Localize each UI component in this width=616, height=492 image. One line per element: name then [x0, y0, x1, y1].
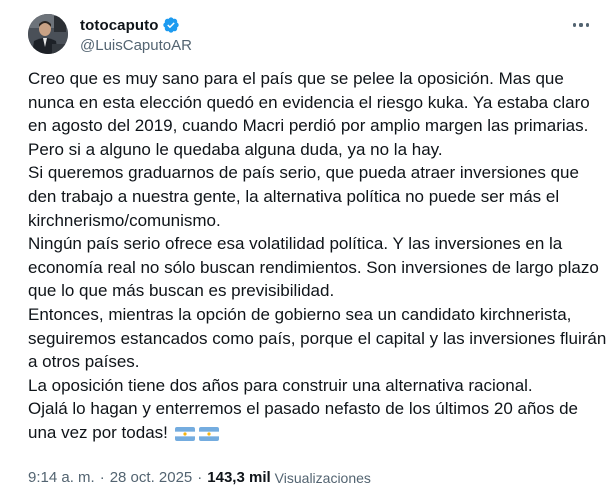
tweet-date[interactable]: 28 oct. 2025 [110, 469, 193, 486]
argentina-flag-icon [174, 426, 195, 441]
tweet-paragraph: La oposición tiene dos años para constru… [28, 375, 533, 395]
tweet-paragraph: Si queremos graduarnos de país serio, qu… [28, 163, 579, 230]
tweet-paragraph: Creo que es muy sano para el país que se… [28, 69, 590, 159]
views-label: Visualizaciones [274, 469, 371, 486]
emoji-group [174, 426, 219, 441]
more-dots-icon [573, 23, 577, 27]
tweet-paragraph: Entonces, mientras la opción de gobierno… [28, 304, 607, 372]
tweet-card: totocaputo @LuisCaputoAR Creo que es muy… [0, 0, 616, 492]
more-dots-icon [585, 23, 589, 27]
author-name-row[interactable]: totocaputo [80, 15, 180, 35]
user-handle[interactable]: @LuisCaputoAR [80, 37, 192, 54]
tweet-text: Creo que es muy sano para el país que se… [28, 67, 608, 445]
tweet-time[interactable]: 9:14 a. m. [28, 469, 95, 486]
argentina-flag-icon [198, 426, 219, 441]
more-dots-icon [579, 23, 583, 27]
tweet-paragraph: Ojalá lo hagan y enterremos el pasado ne… [28, 399, 579, 442]
tweet-meta: 9:14 a. m. · 28 oct. 2025 · 143,3 mil Vi… [28, 469, 371, 486]
display-name[interactable]: totocaputo [80, 17, 158, 34]
avatar[interactable] [28, 14, 68, 54]
meta-separator: · [197, 469, 203, 486]
more-options-button[interactable] [564, 12, 598, 38]
tweet-paragraph: Ningún país serio ofrece esa volatilidad… [28, 234, 599, 301]
verified-badge-icon [163, 17, 180, 33]
meta-separator: · [99, 469, 105, 486]
views-count: 143,3 mil [207, 469, 271, 486]
